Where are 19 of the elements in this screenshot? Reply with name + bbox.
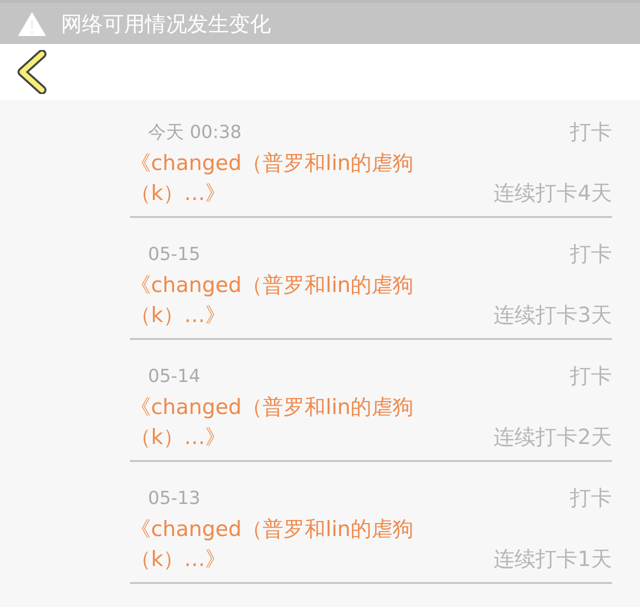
entry-action: 打卡 — [570, 241, 612, 268]
entry-title[interactable]: 《changed（普罗和lin的虐狗（k）…》 — [130, 392, 430, 452]
entry-title[interactable]: 《changed（普罗和lin的虐狗（k）…》 — [130, 148, 430, 208]
streak-text: 连续打卡1天 — [494, 546, 612, 573]
streak-text: 连续打卡2天 — [494, 424, 612, 451]
notice-text: 网络可用情况发生变化 — [61, 10, 271, 38]
entry-action: 打卡 — [570, 363, 612, 390]
entry-date: 今天 00:38 — [147, 121, 242, 144]
streak-text: 连续打卡3天 — [494, 302, 612, 329]
entry-date: 05-14 — [147, 366, 200, 386]
entry-title[interactable]: 《changed（普罗和lin的虐狗（k）…》 — [130, 514, 430, 574]
warning-icon — [17, 10, 47, 36]
entry-action: 打卡 — [570, 485, 612, 512]
entry-date: 05-15 — [147, 244, 200, 264]
entry-action: 打卡 — [570, 119, 612, 146]
streak-text: 连续打卡4天 — [494, 180, 612, 207]
back-icon[interactable] — [16, 50, 48, 94]
entry-date: 05-13 — [147, 488, 200, 508]
entry-title[interactable]: 《changed（普罗和lin的虐狗（k）…》 — [130, 270, 430, 330]
